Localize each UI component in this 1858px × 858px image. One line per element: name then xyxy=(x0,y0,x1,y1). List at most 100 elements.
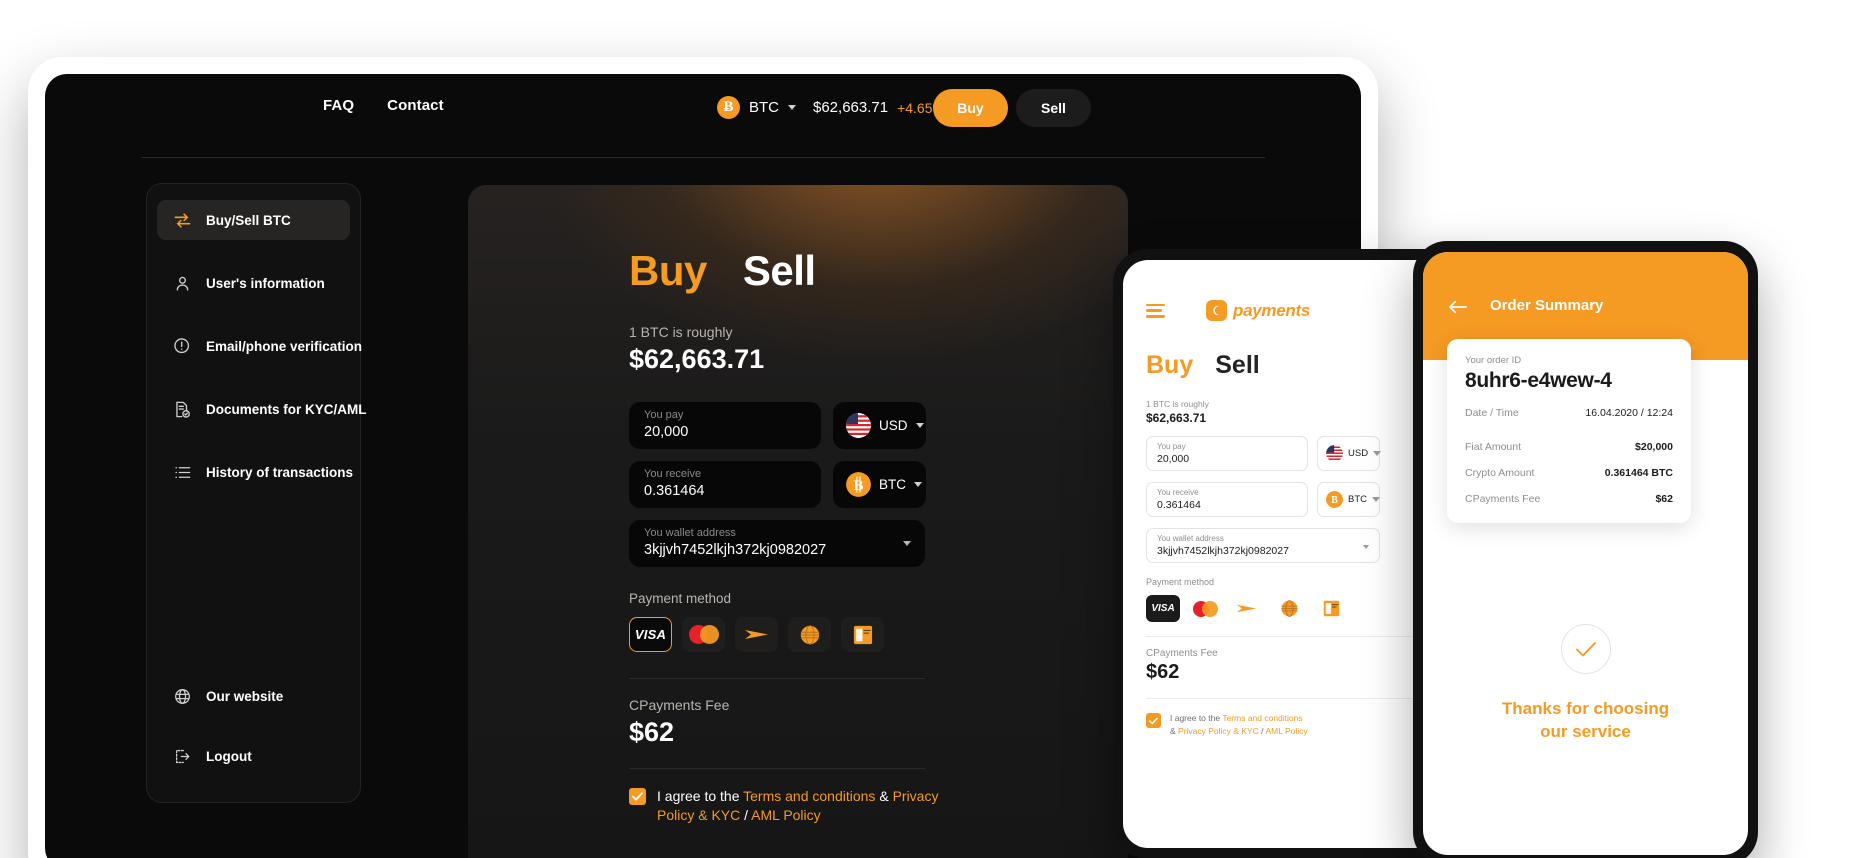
check-icon xyxy=(632,792,643,801)
payment-method-list: VISA xyxy=(629,617,1128,652)
thanks-line-1: Thanks for choosing xyxy=(1501,699,1670,718)
top-navigation: FAQ Contact xyxy=(323,97,444,114)
sidebar-item-buy-sell-btc[interactable]: Buy/Sell BTC xyxy=(157,200,350,240)
payment-method-visa[interactable]: VISA xyxy=(629,617,672,652)
mastercard-icon xyxy=(688,625,719,644)
fee-value: $62 xyxy=(629,717,675,747)
order-row-value: $62 xyxy=(1655,493,1673,505)
btc-ticker[interactable]: Ƀ BTC $62,663.71 +4.65% xyxy=(717,96,964,119)
mobile-receive-currency-select[interactable]: B BTC xyxy=(1317,482,1380,517)
divider xyxy=(629,768,925,769)
pay-currency-select[interactable]: USD xyxy=(833,402,926,449)
order-summary-title: Order Summary xyxy=(1490,297,1604,314)
mobile-fee-label: CPayments Fee xyxy=(1146,648,1218,659)
screenshot-stage: FAQ Contact Ƀ BTC $62,663.71 +4.65% Buy … xyxy=(0,0,1858,858)
panel-tabs: Buy Sell xyxy=(468,185,1128,295)
mobile-wallet-field[interactable]: You wallet address 3kjjvh7452lkjh372kj09… xyxy=(1146,528,1380,563)
sidebar-item-label: History of transactions xyxy=(206,464,354,480)
chevron-down-icon[interactable] xyxy=(914,482,922,487)
agree-checkbox[interactable] xyxy=(629,788,646,805)
payment-method-mastercard[interactable] xyxy=(682,617,725,652)
chevron-down-icon[interactable] xyxy=(903,541,911,546)
sidebar-item-logout[interactable]: Logout xyxy=(157,736,350,776)
divider xyxy=(1146,698,1440,699)
bitcoin-icon: B xyxy=(1326,491,1343,508)
you-receive-row: You receive 0.361464 B BTC xyxy=(629,461,1128,508)
mobile-you-receive-field[interactable]: You receive 0.361464 xyxy=(1146,482,1308,517)
success-check-badge xyxy=(1560,624,1611,674)
terms-link[interactable]: Terms and conditions xyxy=(743,788,875,804)
nav-link-faq[interactable]: FAQ xyxy=(323,97,354,114)
sell-button[interactable]: Sell xyxy=(1016,89,1091,127)
chevron-down-icon[interactable] xyxy=(1363,545,1369,549)
mobile-tabs: Buy Sell xyxy=(1146,351,1440,380)
mobile-pay-currency-select[interactable]: USD xyxy=(1317,436,1382,471)
chevron-down-icon[interactable] xyxy=(788,105,796,110)
hamburger-menu-icon[interactable] xyxy=(1146,303,1165,318)
mobile-tab-sell[interactable]: Sell xyxy=(1215,351,1259,380)
tab-sell[interactable]: Sell xyxy=(743,247,816,295)
buy-sell-panel: Buy Sell 1 BTC is roughly $62,663.71 You… xyxy=(468,185,1128,858)
back-arrow-icon[interactable] xyxy=(1449,300,1467,314)
aml-link[interactable]: AML Policy xyxy=(751,807,821,823)
buy-button[interactable]: Buy xyxy=(933,89,1008,127)
mobile-payment-method-card-terminal[interactable] xyxy=(1314,595,1348,622)
you-receive-value: 0.361464 xyxy=(644,483,705,499)
mobile-tab-buy[interactable]: Buy xyxy=(1146,351,1193,380)
chevron-down-icon[interactable] xyxy=(1373,451,1382,456)
order-row-fiat-amount: Fiat Amount $20,000 xyxy=(1465,441,1673,453)
mobile-wallet-row: You wallet address 3kjjvh7452lkjh372kj09… xyxy=(1146,528,1440,563)
mobile-you-receive-label: You receive xyxy=(1157,488,1199,497)
privacy-link[interactable]: Privacy Policy & KYC xyxy=(1178,726,1259,736)
pay-currency-value: USD xyxy=(879,418,908,433)
logo-wordmark: payments xyxy=(1233,300,1310,320)
aml-link[interactable]: AML Policy xyxy=(1265,726,1307,736)
order-summary-screen: Order Summary Your order ID 8uhr6-e4wew-… xyxy=(1423,252,1748,855)
thanks-line-2: our service xyxy=(1540,722,1631,741)
you-receive-field[interactable]: You receive 0.361464 xyxy=(629,461,821,508)
order-row-key: Date / Time xyxy=(1465,407,1519,419)
mobile-payment-method-visa[interactable]: VISA xyxy=(1146,595,1180,622)
agree-slash: / xyxy=(740,807,752,823)
chevron-down-icon[interactable] xyxy=(915,423,924,428)
chevron-down-icon[interactable] xyxy=(1372,497,1380,502)
user-icon xyxy=(176,276,189,291)
mobile-you-pay-field[interactable]: You pay 20,000 xyxy=(1146,436,1308,471)
check-icon xyxy=(1575,641,1596,656)
order-row-key: CPayments Fee xyxy=(1465,493,1541,505)
card-terminal-icon xyxy=(853,625,872,644)
sidebar-item-our-website[interactable]: Our website xyxy=(157,676,350,716)
sidebar-item-label: Buy/Sell BTC xyxy=(206,212,291,228)
sidebar-item-history-of-transactions[interactable]: History of transactions xyxy=(157,452,354,492)
you-pay-field[interactable]: You pay 20,000 xyxy=(629,402,821,449)
order-row-value: 16.04.2020 / 12:24 xyxy=(1585,407,1673,419)
mobile-wallet-label: You wallet address xyxy=(1157,534,1224,543)
sidebar-item-email-phone-verification[interactable]: Email/phone verification xyxy=(157,326,362,366)
mobile-header: payments xyxy=(1146,260,1440,321)
payment-method-send-arrow[interactable] xyxy=(735,617,778,652)
mobile-payment-method-send-arrow[interactable] xyxy=(1230,595,1264,622)
mobile-you-pay-value: 20,000 xyxy=(1157,453,1190,465)
payment-method-card-terminal[interactable] xyxy=(841,617,884,652)
agree-prefix: I agree to the xyxy=(1170,713,1223,723)
payment-method-network-globe[interactable] xyxy=(788,617,831,652)
receive-currency-select[interactable]: B BTC xyxy=(833,461,926,508)
sidebar-item-label: Our website xyxy=(206,688,284,704)
terms-link[interactable]: Terms and conditions xyxy=(1222,713,1302,723)
tab-buy[interactable]: Buy xyxy=(629,247,707,295)
rate-caption: 1 BTC is roughly xyxy=(629,324,733,340)
mobile-you-pay-row: You pay 20,000 USD xyxy=(1146,436,1440,471)
wallet-address-field[interactable]: You wallet address 3kjjvh7452lkjh372kj09… xyxy=(629,520,925,567)
agreement-text: I agree to the Terms and conditions & Pr… xyxy=(657,787,947,825)
mobile-agree-checkbox[interactable] xyxy=(1146,713,1161,728)
desktop-header: FAQ Contact Ƀ BTC $62,663.71 +4.65% Buy … xyxy=(45,74,1361,157)
you-pay-label: You pay xyxy=(644,409,684,421)
document-shield-icon xyxy=(176,401,190,418)
mastercard-icon xyxy=(1192,600,1218,617)
mobile-payment-method-mastercard[interactable] xyxy=(1188,595,1222,622)
mobile-payment-method-network-globe[interactable] xyxy=(1272,595,1306,622)
sidebar-item-documents-kyc-aml[interactable]: Documents for KYC/AML xyxy=(157,389,367,429)
sidebar-item-label: Documents for KYC/AML xyxy=(206,401,367,417)
nav-link-contact[interactable]: Contact xyxy=(387,97,444,114)
sidebar-item-users-information[interactable]: User's information xyxy=(157,263,350,303)
